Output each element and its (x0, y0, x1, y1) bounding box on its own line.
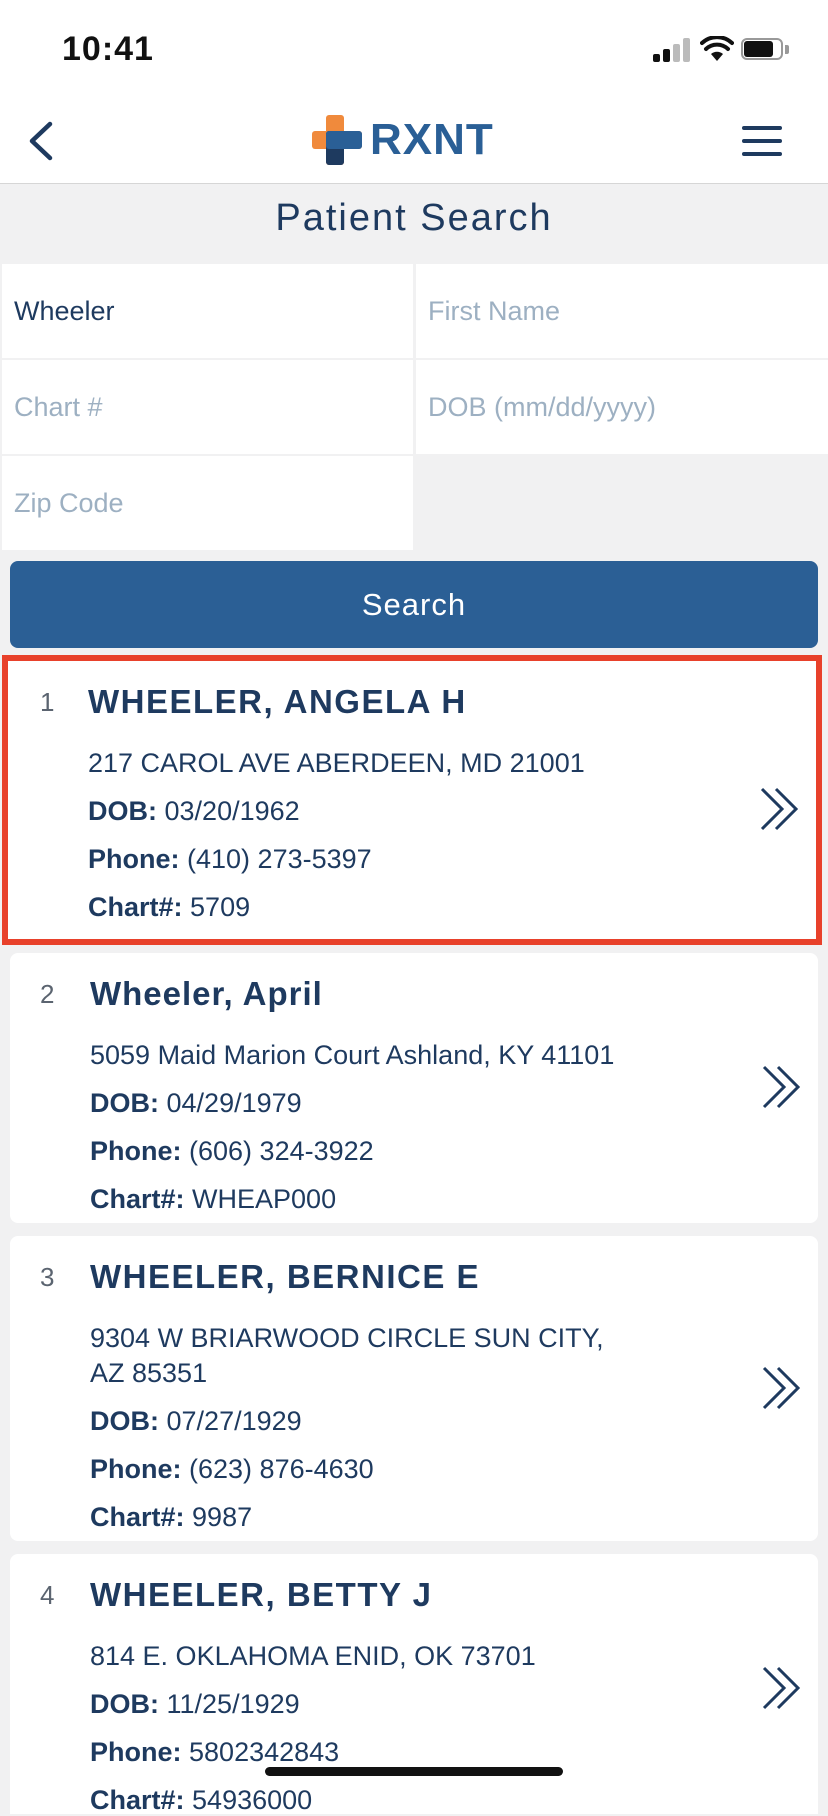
chart-label: Chart#: (90, 1184, 185, 1214)
result-index: 2 (40, 979, 55, 1009)
phone-value: (623) 876-4630 (189, 1454, 374, 1484)
battery-icon (741, 38, 789, 62)
chart-label: Chart#: (90, 1502, 185, 1532)
chart-number-field[interactable] (2, 360, 413, 454)
patient-result-card[interactable]: 2 Wheeler, April 5059 Maid Marion Court … (10, 953, 818, 1223)
wifi-icon (700, 36, 734, 61)
phone-label: Phone: (90, 1737, 182, 1767)
cellular-signal-icon (653, 38, 691, 62)
first-name-field[interactable] (416, 264, 828, 358)
status-bar: 10:41 (0, 0, 828, 100)
patient-dob: DOB: 04/29/1979 (90, 1088, 302, 1119)
patient-address-line1: 9304 W BRIARWOOD CIRCLE SUN CITY, (90, 1323, 604, 1353)
logo-text: RXNT (370, 115, 494, 164)
dob-label: DOB: (90, 1406, 159, 1436)
home-indicator[interactable] (265, 1767, 563, 1776)
phone-value: (606) 324-3922 (189, 1136, 374, 1166)
dob-value: 03/20/1962 (164, 796, 300, 826)
phone-value: (410) 273-5397 (187, 844, 372, 874)
search-button[interactable]: Search (10, 561, 818, 648)
chart-label: Chart#: (90, 1785, 185, 1815)
patient-address: 814 E. OKLAHOMA ENID, OK 73701 (90, 1641, 536, 1671)
rxnt-cross-icon (312, 115, 362, 165)
last-name-field[interactable] (2, 264, 413, 358)
phone-label: Phone: (88, 844, 180, 874)
zip-code-field[interactable] (2, 456, 413, 550)
patient-address: 5059 Maid Marion Court Ashland, KY 41101 (90, 1040, 615, 1070)
hamburger-menu-icon[interactable] (742, 122, 786, 162)
patient-address: 217 CAROL AVE ABERDEEN, MD 21001 (88, 748, 585, 778)
patient-phone: Phone: (410) 273-5397 (88, 844, 372, 875)
back-chevron-icon[interactable] (22, 118, 62, 164)
phone-value: 5802342843 (189, 1737, 340, 1767)
result-index: 1 (40, 687, 55, 717)
patient-dob: DOB: 11/25/1929 (90, 1689, 300, 1720)
dob-value: 07/27/1929 (166, 1406, 302, 1436)
patient-dob: DOB: 07/27/1929 (90, 1406, 302, 1437)
patient-phone: Phone: 5802342843 (90, 1737, 339, 1768)
patient-result-card[interactable]: 1 WHEELER, ANGELA H 217 CAROL AVE ABERDE… (2, 655, 822, 945)
result-index: 3 (40, 1262, 55, 1292)
status-time: 10:41 (62, 30, 154, 68)
patient-address-line2: AZ 85351 (90, 1358, 208, 1388)
double-chevron-right-icon[interactable] (760, 1063, 804, 1111)
patient-result-card[interactable]: 3 WHEELER, BERNICE E 9304 W BRIARWOOD CI… (10, 1236, 818, 1541)
patient-name: WHEELER, ANGELA H (88, 683, 467, 720)
dob-label: DOB: (90, 1088, 159, 1118)
double-chevron-right-icon[interactable] (760, 1364, 804, 1412)
chart-value: 54936000 (192, 1785, 313, 1815)
rxnt-logo: RXNT (312, 110, 494, 170)
dob-label: DOB: (88, 796, 157, 826)
patient-chart: Chart#: WHEAP000 (90, 1184, 336, 1215)
chart-value: 5709 (190, 892, 251, 922)
dob-label: DOB: (90, 1689, 159, 1719)
patient-dob: DOB: 03/20/1962 (88, 796, 300, 827)
phone-label: Phone: (90, 1454, 182, 1484)
patient-phone: Phone: (623) 876-4630 (90, 1454, 374, 1485)
patient-name: WHEELER, BETTY J (90, 1576, 433, 1613)
double-chevron-right-icon[interactable] (758, 785, 802, 833)
result-index: 4 (40, 1580, 55, 1610)
dob-value: 11/25/1929 (166, 1689, 300, 1719)
navigation-bar: RXNT (0, 100, 828, 184)
patient-chart: Chart#: 5709 (88, 892, 250, 923)
chart-value: 9987 (192, 1502, 253, 1532)
chart-label: Chart#: (88, 892, 183, 922)
dob-field[interactable] (416, 360, 828, 454)
double-chevron-right-icon[interactable] (760, 1664, 804, 1712)
phone-label: Phone: (90, 1136, 182, 1166)
page-title: Patient Search (275, 197, 553, 239)
patient-chart: Chart#: 9987 (90, 1502, 252, 1533)
patient-name: Wheeler, April (90, 975, 323, 1012)
patient-chart: Chart#: 54936000 (90, 1785, 312, 1816)
patient-name: WHEELER, BERNICE E (90, 1258, 481, 1295)
chart-value: WHEAP000 (192, 1184, 337, 1214)
dob-value: 04/29/1979 (166, 1088, 302, 1118)
patient-phone: Phone: (606) 324-3922 (90, 1136, 374, 1167)
